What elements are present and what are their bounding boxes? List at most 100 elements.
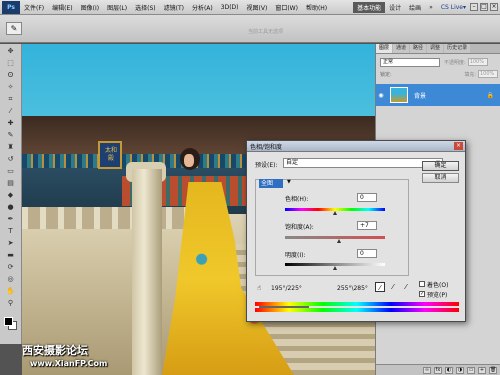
menu-view[interactable]: 视图(V) bbox=[243, 3, 272, 12]
gradient-tool-icon[interactable]: ▤ bbox=[4, 178, 18, 188]
saturation-field[interactable]: +7 bbox=[357, 221, 377, 230]
woman-face bbox=[184, 154, 194, 167]
3d-rotate-tool-icon[interactable]: ⟳ bbox=[4, 262, 18, 272]
menu-select[interactable]: 选择(S) bbox=[131, 3, 160, 12]
lightness-field[interactable]: 0 bbox=[357, 249, 377, 258]
foreground-color-swatch[interactable] bbox=[4, 317, 13, 326]
tab-adjustments[interactable]: 调整 bbox=[427, 44, 444, 53]
lasso-tool-icon[interactable]: ʘ bbox=[4, 70, 18, 80]
blend-mode-select[interactable]: 正常 bbox=[380, 57, 440, 67]
fill-label: 填充: bbox=[464, 71, 476, 78]
blend-row: 正常 不透明度: 100% bbox=[380, 57, 498, 67]
move-tool-icon[interactable]: ✥ bbox=[4, 46, 18, 56]
close-icon[interactable]: × bbox=[490, 3, 498, 11]
preset-select[interactable]: 自定 ▼ bbox=[283, 158, 443, 168]
watermark-chinese: 西安摄影论坛 bbox=[22, 344, 88, 357]
quick-select-tool-icon[interactable]: ✧ bbox=[4, 82, 18, 92]
fill-field[interactable]: 100% bbox=[478, 70, 498, 78]
healing-brush-tool-icon[interactable]: ✚ bbox=[4, 118, 18, 128]
tab-history[interactable]: 历史记录 bbox=[444, 44, 471, 53]
workspace-painting-button[interactable]: 绘画 bbox=[405, 3, 425, 12]
type-tool-icon[interactable]: T bbox=[4, 226, 18, 236]
menu-analysis[interactable]: 分析(A) bbox=[188, 3, 217, 12]
tab-channels[interactable]: 通道 bbox=[393, 44, 410, 53]
lightness-label: 明度(I): bbox=[285, 252, 306, 259]
dodge-tool-icon[interactable]: ● bbox=[4, 202, 18, 212]
delete-layer-icon[interactable]: 🗑 bbox=[489, 366, 497, 374]
layer-row-background[interactable]: ◉ 背景 🔒 bbox=[376, 84, 500, 106]
workspace-essentials-button[interactable]: 基本功能 bbox=[353, 1, 386, 13]
eyedropper-minus-icon[interactable]: ⁄ bbox=[401, 282, 411, 292]
lightness-slider-knob[interactable] bbox=[333, 266, 337, 270]
eyedropper-tool-icon[interactable]: ⁄ bbox=[4, 106, 18, 116]
current-tool-icon[interactable]: ✎ bbox=[6, 22, 22, 35]
close-icon[interactable]: × bbox=[454, 142, 463, 150]
hue-field[interactable]: 0 bbox=[357, 193, 377, 202]
layer-thumbnail bbox=[390, 87, 408, 103]
opacity-field[interactable]: 100% bbox=[467, 58, 488, 66]
crop-tool-icon[interactable]: ⌗ bbox=[4, 94, 18, 104]
menu-help[interactable]: 帮助(H) bbox=[302, 3, 331, 12]
minimize-icon[interactable]: – bbox=[470, 3, 478, 11]
eraser-tool-icon[interactable]: ▭ bbox=[4, 166, 18, 176]
menu-3d[interactable]: 3D(D) bbox=[217, 4, 243, 11]
shape-tool-icon[interactable]: ▬ bbox=[4, 250, 18, 260]
brush-tool-icon[interactable]: ✎ bbox=[4, 130, 18, 140]
blur-tool-icon[interactable]: ◆ bbox=[4, 190, 18, 200]
workspace-design-button[interactable]: 设计 bbox=[385, 3, 405, 12]
clone-stamp-tool-icon[interactable]: ♜ bbox=[4, 142, 18, 152]
eye-icon[interactable]: ◉ bbox=[376, 92, 386, 99]
menu-window[interactable]: 窗口(W) bbox=[271, 3, 302, 12]
menu-image[interactable]: 图像(I) bbox=[77, 3, 103, 12]
hue-slider-knob[interactable] bbox=[333, 211, 337, 215]
3d-orbit-tool-icon[interactable]: ◎ bbox=[4, 274, 18, 284]
maximize-icon[interactable]: □ bbox=[480, 3, 488, 11]
plaque-text: 太和殿 bbox=[104, 147, 117, 162]
hand-tool-icon[interactable]: ✋ bbox=[4, 286, 18, 296]
saturation-slider-knob[interactable] bbox=[337, 239, 341, 243]
saturation-slider-track[interactable] bbox=[285, 236, 385, 239]
menu-file[interactable]: 文件(F) bbox=[20, 3, 48, 12]
new-layer-icon[interactable]: + bbox=[478, 366, 486, 374]
channel-select[interactable]: 全图 bbox=[259, 179, 283, 188]
opacity-label: 不透明度: bbox=[444, 59, 466, 66]
cancel-button[interactable]: 取消 bbox=[422, 173, 459, 183]
panel-footer: ∞ fx ◐ ◑ ▭ + 🗑 bbox=[376, 364, 500, 375]
preview-checkbox[interactable]: ✓ bbox=[419, 291, 425, 297]
spectrum-bar-bottom bbox=[255, 308, 459, 312]
watermark-url: www.XianFP.Com bbox=[30, 359, 108, 368]
menu-layer[interactable]: 图层(L) bbox=[103, 3, 131, 12]
tab-paths[interactable]: 路径 bbox=[410, 44, 427, 53]
photoshop-logo: Ps bbox=[2, 0, 20, 14]
history-brush-tool-icon[interactable]: ↺ bbox=[4, 154, 18, 164]
layer-style-icon[interactable]: fx bbox=[434, 366, 442, 374]
adjustment-layer-icon[interactable]: ◑ bbox=[456, 366, 464, 374]
add-mask-icon[interactable]: ◐ bbox=[445, 366, 453, 374]
tools-panel: ✥ ⬚ ʘ ✧ ⌗ ⁄ ✚ ✎ ♜ ↺ ▭ ▤ ◆ ● ✒ T ➤ ▬ ⟳ ◎ … bbox=[0, 44, 22, 344]
lock-row: 锁定: 填充: 100% bbox=[380, 69, 498, 79]
color-swatches[interactable] bbox=[4, 317, 17, 330]
zoom-tool-icon[interactable]: ⚲ bbox=[4, 298, 18, 308]
tab-layers[interactable]: 图层 bbox=[376, 44, 393, 53]
ok-button[interactable]: 确定 bbox=[422, 161, 459, 171]
dialog-titlebar[interactable]: 色相/饱和度 × bbox=[247, 141, 465, 152]
chevron-down-icon[interactable]: ▼ bbox=[287, 179, 291, 185]
lock-icon: 🔒 bbox=[486, 91, 494, 99]
link-layers-icon[interactable]: ∞ bbox=[423, 366, 431, 374]
new-group-icon[interactable]: ▭ bbox=[467, 366, 475, 374]
lock-label: 锁定: bbox=[380, 71, 392, 78]
workspace-more-button[interactable]: » bbox=[425, 4, 437, 11]
colorize-checkbox[interactable] bbox=[419, 281, 425, 287]
menu-filter[interactable]: 滤镜(T) bbox=[160, 3, 188, 12]
eyedropper-plus-icon[interactable]: ⁄ bbox=[388, 282, 398, 292]
on-image-adjust-icon[interactable]: ☝ bbox=[257, 284, 261, 292]
marquee-tool-icon[interactable]: ⬚ bbox=[4, 58, 18, 68]
pen-tool-icon[interactable]: ✒ bbox=[4, 214, 18, 224]
hue-saturation-dialog: 色相/饱和度 × 预设(E): 自定 ▼ 确定 取消 全图 ▼ 色相(H): 0… bbox=[246, 140, 466, 322]
eyedropper-icon[interactable]: ⁄ bbox=[375, 282, 385, 292]
panel-tabs: 图层 通道 路径 调整 历史记录 bbox=[376, 44, 500, 54]
dialog-title: 色相/饱和度 bbox=[250, 143, 283, 151]
cs-live-button[interactable]: CS Live▾ bbox=[441, 4, 466, 11]
path-select-tool-icon[interactable]: ➤ bbox=[4, 238, 18, 248]
menu-edit[interactable]: 编辑(E) bbox=[48, 3, 76, 12]
